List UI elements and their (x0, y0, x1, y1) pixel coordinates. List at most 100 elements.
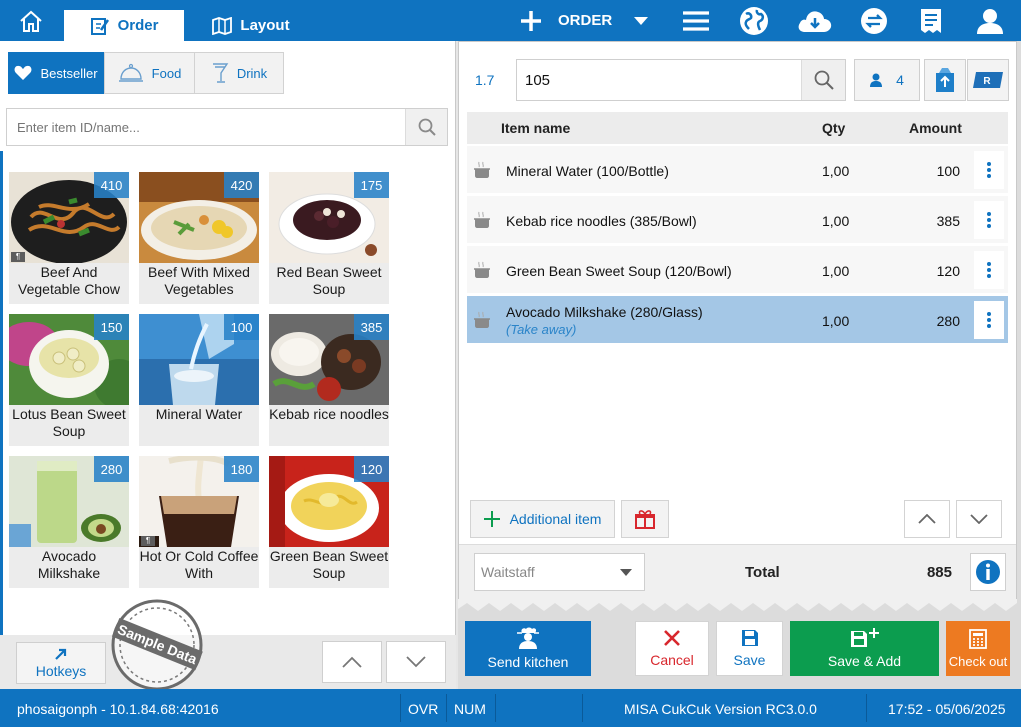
table-number[interactable]: 1.7 (475, 72, 494, 88)
menu-item-price: 120 (354, 456, 389, 482)
menu-item[interactable]: 385 Kebab rice noodles (269, 314, 389, 446)
menu-item[interactable]: 175 Red Bean Sweet Soup (269, 172, 389, 304)
waitstaff-select[interactable]: Waitstaff (474, 553, 645, 591)
save-and-add-label: Save & Add (827, 653, 902, 669)
menu-item-name: Kebab rice noodles (269, 406, 389, 422)
home-icon (20, 10, 42, 32)
menu-item[interactable]: 420 Beef With Mixed Vegetables (139, 172, 259, 304)
menu-item[interactable]: 120 Green Bean Sweet Soup (269, 456, 389, 588)
save-label: Save (733, 652, 766, 668)
menu-item-price: 410 (94, 172, 129, 198)
row-more-button[interactable] (974, 251, 1004, 289)
reservation-ticket-icon: R (973, 72, 1003, 88)
home-button[interactable] (0, 0, 62, 41)
more-vertical-icon (987, 212, 991, 228)
order-ticket: 1.7 105 4 R Item name Qty Amount Mineral… (458, 41, 1017, 601)
hamburger-menu-icon (683, 10, 709, 31)
send-kitchen-button[interactable]: Send kitchen (465, 621, 591, 676)
row-more-button[interactable] (974, 301, 1004, 339)
sync-download-button[interactable] (795, 0, 835, 41)
category-bestseller[interactable]: Bestseller (8, 52, 104, 94)
menu-item[interactable]: 150 Lotus Bean Sweet Soup (9, 314, 129, 446)
receipt-torn-edge (458, 599, 1017, 611)
hotkeys-button[interactable]: Hotkeys (16, 642, 106, 684)
item-search-input[interactable] (7, 109, 405, 145)
menu-page-down-button[interactable] (386, 641, 446, 683)
order-scroll-up-button[interactable] (904, 500, 950, 538)
order-row[interactable]: Green Bean Sweet Soup (120/Bowl) 1,00 12… (467, 246, 1008, 294)
map-icon (212, 16, 233, 35)
item-search-button[interactable] (405, 109, 447, 145)
order-item-qty: 1,00 (822, 213, 850, 229)
menu-item[interactable]: 180 ¶ Hot Or Cold Coffee With (139, 456, 259, 588)
tab-layout[interactable]: Layout (196, 10, 306, 41)
save-and-add-button[interactable]: Save & Add (790, 621, 939, 676)
row-more-button[interactable] (974, 151, 1004, 189)
guest-count-button[interactable]: 4 (854, 59, 920, 101)
order-search-button[interactable] (801, 60, 845, 100)
checkout-button[interactable]: Check out (946, 621, 1010, 676)
menu-footer: Hotkeys (0, 635, 456, 689)
row-more-button[interactable] (974, 201, 1004, 239)
new-order-label: ORDER (558, 12, 613, 29)
takeaway-button[interactable] (924, 59, 966, 101)
search-icon (814, 70, 834, 90)
transfer-button[interactable] (854, 0, 894, 41)
chef-icon (517, 627, 539, 649)
order-scroll-down-button[interactable] (956, 500, 1002, 538)
gift-button[interactable] (621, 500, 669, 538)
cancel-button[interactable]: Cancel (635, 621, 709, 676)
menu-item-name: Avocado Milkshake (37, 548, 101, 581)
item-search-box (6, 108, 448, 146)
order-item-amount: 120 (936, 263, 960, 279)
additional-item-button[interactable]: Additional item (470, 500, 615, 538)
menu-button[interactable] (676, 0, 716, 41)
cloud-download-icon (798, 10, 832, 32)
status-divider (446, 694, 447, 722)
menu-item-price: 280 (94, 456, 129, 482)
floppy-disk-icon (741, 630, 758, 646)
order-info-button[interactable] (970, 553, 1006, 591)
status-connection: phosaigonph - 10.1.84.68:42016 (17, 701, 219, 717)
menu-item-name: Mineral Water (155, 406, 243, 422)
tab-order[interactable]: Order (64, 10, 184, 41)
fork-knife-icon: ¶ (141, 536, 155, 546)
chevron-down-icon (634, 16, 649, 25)
order-item-name: Kebab rice noodles (385/Bowl) (506, 213, 697, 229)
new-order-button[interactable]: ORDER (520, 0, 670, 41)
save-button[interactable]: Save (716, 621, 783, 676)
fork-knife-icon: ¶ (11, 252, 25, 262)
category-food[interactable]: Food (104, 52, 195, 94)
menu-item-price: 180 (224, 456, 259, 482)
order-row-selected[interactable]: Avocado Milkshake (280/Glass) (Take away… (467, 296, 1008, 344)
category-drink-label: Drink (236, 65, 268, 81)
menu-page-up-button[interactable] (322, 641, 382, 683)
cloche-icon (118, 63, 143, 82)
order-item-qty: 1,00 (822, 313, 850, 329)
menu-item[interactable]: 410 ¶ Beef And Vegetable Chow (9, 172, 129, 304)
reservation-button[interactable]: R (967, 59, 1009, 101)
menu-item[interactable]: 280 Avocado Milkshake (9, 456, 129, 588)
plus-icon (521, 10, 541, 31)
order-item-name: Mineral Water (100/Bottle) (506, 163, 669, 179)
user-account-button[interactable] (970, 0, 1010, 41)
col-qty: Qty (822, 120, 846, 136)
close-icon (664, 630, 680, 646)
receipt-list-button[interactable] (911, 0, 951, 41)
total-bar: Waitstaff Total 885 (459, 544, 1016, 600)
status-divider (582, 694, 583, 722)
receipt-icon (921, 8, 941, 33)
top-bar: Order Layout ORDER (0, 0, 1021, 41)
order-item-qty: 1,00 (822, 263, 850, 279)
menu-item[interactable]: 100 Mineral Water (139, 314, 259, 446)
drink-glass-icon (212, 63, 229, 83)
order-row[interactable]: Mineral Water (100/Bottle) 1,00 100 (467, 146, 1008, 194)
status-num: NUM (454, 701, 486, 717)
language-button[interactable] (734, 0, 774, 41)
tab-layout-label: Layout (240, 17, 290, 34)
order-row[interactable]: Kebab rice noodles (385/Bowl) 1,00 385 (467, 196, 1008, 244)
order-number-field[interactable]: 105 (516, 59, 846, 101)
status-datetime: 17:52 - 05/06/2025 (888, 701, 1006, 717)
guest-count: 4 (896, 72, 904, 88)
category-drink[interactable]: Drink (194, 52, 284, 94)
